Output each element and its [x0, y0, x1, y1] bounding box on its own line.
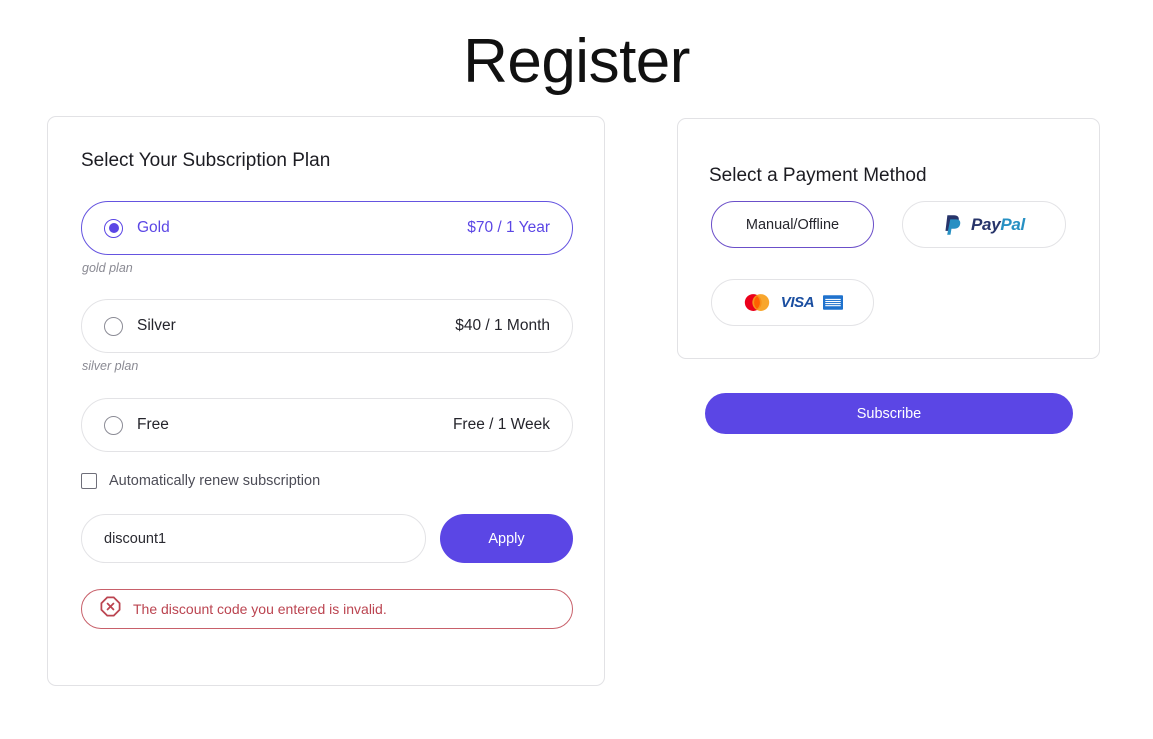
subscribe-button[interactable]: Subscribe [705, 393, 1073, 434]
plan-description-silver: silver plan [82, 359, 139, 373]
payment-method-manual-offline[interactable]: Manual/Offline [711, 201, 874, 248]
radio-gold[interactable] [104, 218, 123, 238]
subscription-card: Select Your Subscription Plan Gold $70 /… [47, 116, 605, 686]
discount-error-text: The discount code you entered is invalid… [133, 601, 387, 617]
auto-renew-checkbox[interactable] [81, 473, 97, 489]
card-logos: VISA [742, 293, 844, 312]
plan-option-free[interactable]: Free Free / 1 Week [81, 398, 573, 452]
discount-code-input[interactable] [81, 514, 426, 563]
plan-price-gold: $70 / 1 Year [467, 219, 550, 236]
visa-icon: VISA [780, 294, 815, 311]
auto-renew-row[interactable]: Automatically renew subscription [81, 473, 320, 489]
plan-option-gold[interactable]: Gold $70 / 1 Year [81, 201, 573, 255]
auto-renew-label: Automatically renew subscription [109, 473, 321, 489]
plan-option-silver[interactable]: Silver $40 / 1 Month [81, 299, 573, 353]
amex-icon [823, 295, 844, 310]
apply-discount-button[interactable]: Apply [440, 514, 573, 563]
paypal-logo: PayPal [943, 214, 1025, 236]
register-page: Register Select Your Subscription Plan G… [0, 0, 1153, 739]
payment-heading: Select a Payment Method [709, 165, 927, 186]
subscription-heading: Select Your Subscription Plan [81, 150, 331, 171]
plan-description-gold: gold plan [82, 261, 133, 275]
plan-name-silver: Silver [137, 317, 176, 334]
mastercard-icon [744, 294, 769, 311]
payment-method-manual-offline-label: Manual/Offline [745, 216, 840, 233]
plan-name-gold: Gold [137, 219, 170, 236]
plan-price-free: Free / 1 Week [452, 416, 550, 433]
payment-method-credit-cards[interactable]: VISA [711, 279, 874, 326]
plan-name-free: Free [137, 416, 169, 433]
discount-error-message: The discount code you entered is invalid… [81, 589, 573, 629]
payment-method-paypal[interactable]: PayPal [902, 201, 1066, 248]
error-octagon-icon [100, 596, 121, 622]
payment-method-card: Select a Payment Method Manual/Offline P… [677, 118, 1100, 359]
radio-free[interactable] [104, 415, 123, 435]
paypal-pal-text: Pal [1000, 214, 1025, 234]
plan-price-silver: $40 / 1 Month [455, 317, 550, 334]
paypal-pay-text: Pay [971, 214, 1001, 234]
page-title: Register [463, 27, 690, 96]
radio-silver[interactable] [104, 316, 123, 336]
